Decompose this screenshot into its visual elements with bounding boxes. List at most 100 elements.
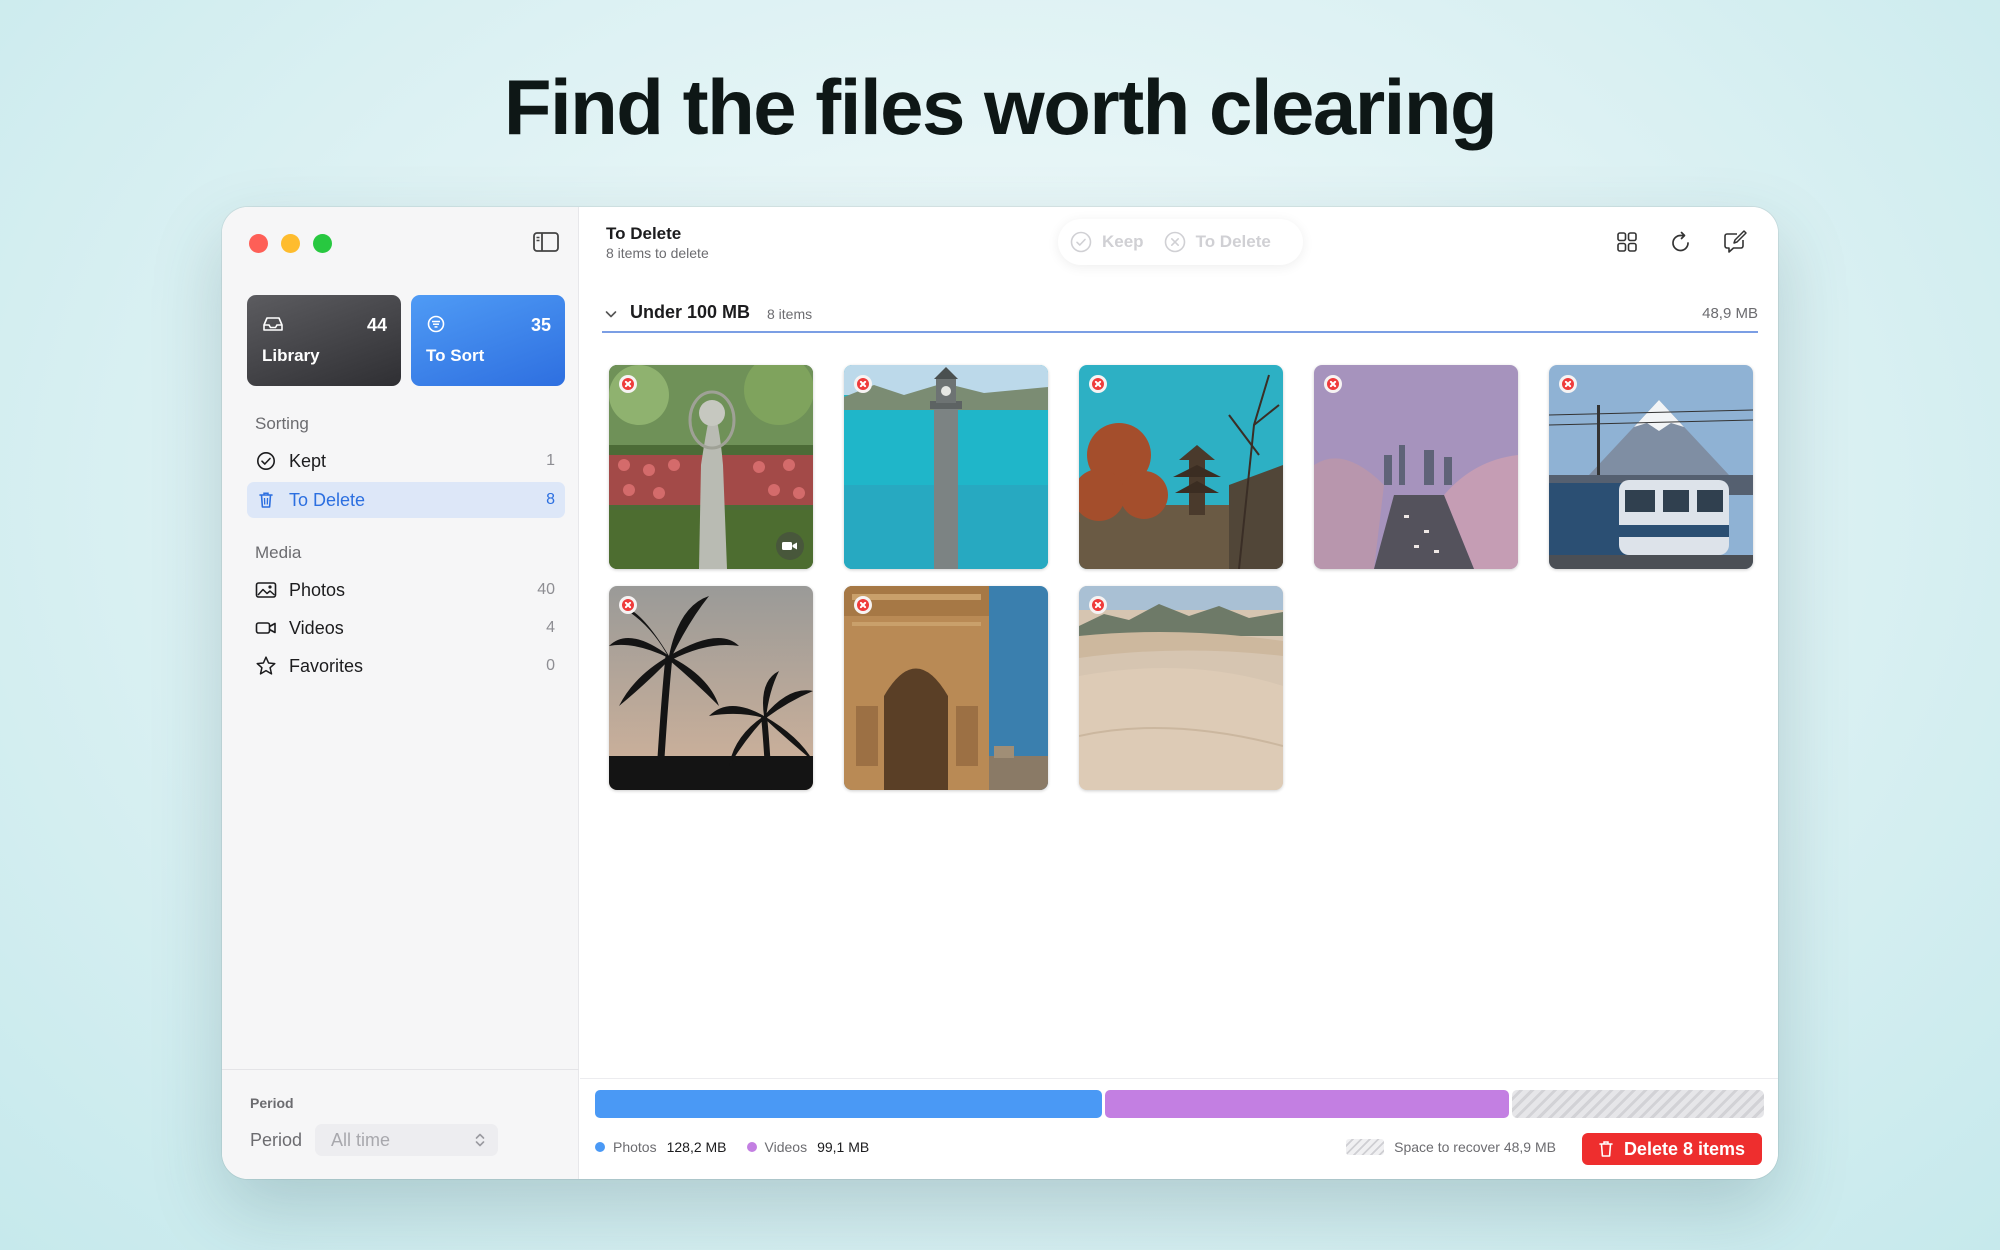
thumbnail-arch	[844, 586, 1048, 790]
media-section-title: Media	[255, 543, 302, 562]
marked-for-delete-icon[interactable]	[619, 375, 637, 393]
storage-segment-recoverable	[1512, 1090, 1764, 1118]
period-select-value: All time	[331, 1130, 391, 1150]
trash-icon	[1599, 1141, 1613, 1157]
thumbnail-dunes	[1079, 586, 1283, 790]
sort-action-bar: Keep To Delete	[1058, 219, 1303, 265]
marked-for-delete-icon[interactable]	[854, 375, 872, 393]
storage-bar	[595, 1090, 1764, 1118]
keep-label: Keep	[1102, 232, 1144, 251]
refresh-button[interactable]	[1661, 222, 1701, 262]
to-delete-button[interactable]: To Delete	[1164, 231, 1271, 253]
marked-for-delete-icon[interactable]	[854, 596, 872, 614]
sidebar-item-favorites[interactable]: Favorites 0	[247, 648, 565, 684]
keep-button[interactable]: Keep	[1070, 231, 1144, 253]
checkmark-circle-icon	[255, 450, 277, 472]
delete-items-button[interactable]: Delete 8 items	[1581, 1133, 1762, 1165]
grid-icon	[1617, 232, 1637, 252]
marked-for-delete-icon[interactable]	[1089, 596, 1107, 614]
minimize-window-button[interactable]	[281, 234, 300, 253]
zoom-window-button[interactable]	[313, 234, 332, 253]
sidebar-item-to-delete[interactable]: To Delete 8	[247, 482, 565, 518]
trash-icon	[255, 489, 277, 511]
media-tile[interactable]	[609, 586, 813, 790]
sidebar-item-kept[interactable]: Kept 1	[247, 443, 565, 479]
legend-photos: Photos 128,2 MB	[595, 1139, 727, 1155]
feedback-button[interactable]	[1715, 222, 1755, 262]
sidebar-item-label: Favorites	[289, 655, 364, 676]
sidebar-item-photos[interactable]: Photos 40	[247, 572, 565, 608]
to-sort-count: 35	[530, 315, 551, 335]
star-icon	[255, 655, 277, 677]
storage-segment-photos	[595, 1090, 1102, 1118]
sorting-section-title: Sorting	[255, 414, 309, 433]
space-to-recover-text: Space to recover 48,9 MB	[1394, 1139, 1556, 1155]
period-label: Period	[250, 1130, 303, 1150]
library-count: 44	[366, 315, 387, 335]
main-content: To Delete 8 items to delete Keep To Dele…	[580, 207, 1778, 1179]
media-tile[interactable]	[1079, 586, 1283, 790]
sidebar-item-label: To Delete	[289, 489, 366, 510]
x-circle-icon	[1164, 231, 1185, 253]
legend-videos: Videos 99,1 MB	[746, 1139, 870, 1155]
to-delete-label: To Delete	[1195, 232, 1271, 251]
sidebar-item-count: 0	[546, 657, 555, 674]
checkmark-circle-icon	[1070, 231, 1092, 253]
grid-view-button[interactable]	[1607, 222, 1647, 262]
media-tile[interactable]	[1549, 365, 1753, 569]
hatch-swatch-icon	[1346, 1139, 1385, 1155]
sort-icon	[427, 315, 445, 333]
to-sort-card[interactable]: 35 To Sort	[411, 295, 565, 386]
page-title: To Delete	[606, 224, 682, 243]
sidebar-item-count: 1	[546, 452, 555, 469]
videos-dot-icon	[746, 1142, 757, 1152]
media-tile[interactable]	[1079, 365, 1283, 569]
legend-videos-size: 99,1 MB	[817, 1139, 870, 1155]
marked-for-delete-icon[interactable]	[1559, 375, 1577, 393]
media-tile[interactable]	[844, 586, 1048, 790]
library-card[interactable]: 44 Library	[247, 295, 401, 386]
period-section-title: Period	[250, 1095, 294, 1111]
sidebar-item-count: 40	[537, 581, 555, 598]
headline: Find the files worth clearing	[503, 63, 1498, 151]
feedback-icon	[1724, 230, 1747, 253]
sidebar-item-label: Kept	[289, 450, 327, 471]
sidebar-footer: Period Period All time	[222, 1069, 579, 1179]
thumbnail-palms	[609, 586, 813, 790]
marked-for-delete-icon[interactable]	[1324, 375, 1342, 393]
storage-segment-videos	[1105, 1090, 1509, 1118]
delete-items-label: Delete 8 items	[1623, 1138, 1745, 1159]
thumbnail-blossom-river	[1314, 365, 1518, 569]
marked-for-delete-icon[interactable]	[619, 596, 637, 614]
photo-icon	[255, 579, 277, 601]
sidebar-item-label: Photos	[289, 579, 346, 600]
group-size: 48,9 MB	[1702, 305, 1758, 322]
marked-for-delete-icon[interactable]	[1089, 375, 1107, 393]
group-count: 8 items	[767, 306, 813, 322]
close-window-button[interactable]	[249, 234, 268, 253]
sidebar-item-videos[interactable]: Videos 4	[247, 610, 565, 646]
photos-dot-icon	[595, 1142, 605, 1152]
group-header[interactable]: Under 100 MB 8 items 48,9 MB	[602, 297, 1758, 333]
media-tile[interactable]	[1314, 365, 1518, 569]
refresh-icon	[1672, 231, 1689, 252]
thumbnail-train-fuji	[1549, 365, 1753, 569]
sidebar: 44 Library 35 To Sort Sorting Kept 1 To …	[222, 207, 579, 1179]
sidebar-item-label: Videos	[289, 617, 344, 638]
legend-photos-size: 128,2 MB	[666, 1139, 727, 1155]
sidebar-item-count: 8	[546, 491, 555, 508]
chevron-down-icon[interactable]	[604, 307, 618, 321]
media-tile[interactable]	[609, 365, 813, 569]
period-select[interactable]: All time	[315, 1124, 498, 1156]
sidebar-item-count: 4	[546, 619, 555, 636]
video-icon	[776, 532, 804, 560]
window-controls	[249, 234, 332, 253]
library-label: Library	[262, 346, 320, 365]
bottom-divider	[580, 1078, 1778, 1079]
video-icon	[255, 617, 277, 639]
media-tile[interactable]	[844, 365, 1048, 569]
app-window: 44 Library 35 To Sort Sorting Kept 1 To …	[222, 207, 1778, 1179]
sidebar-toggle-icon[interactable]	[532, 230, 560, 254]
space-to-recover: Space to recover 48,9 MB	[1346, 1139, 1556, 1155]
page-subtitle: 8 items to delete	[606, 245, 709, 261]
